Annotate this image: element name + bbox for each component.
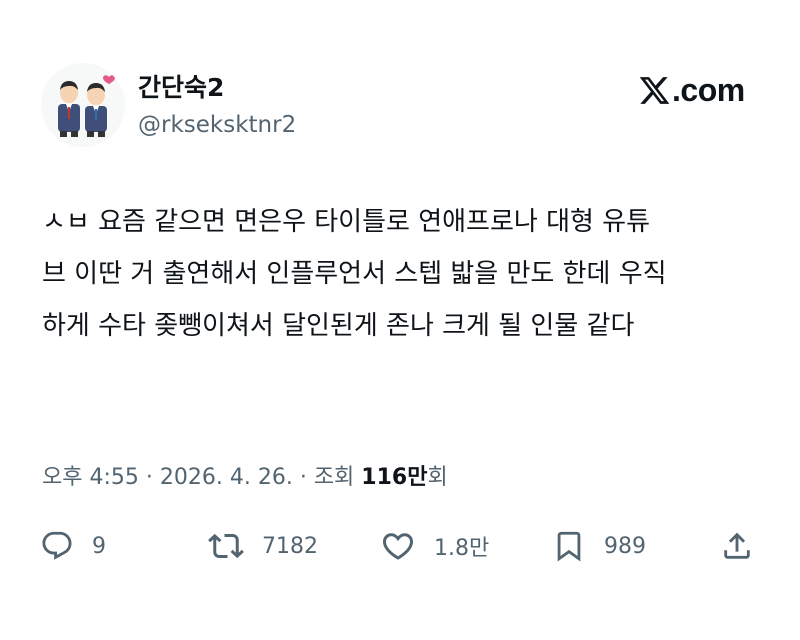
reply-button[interactable]: 9 <box>40 526 106 566</box>
like-button[interactable]: 1.8만 <box>380 526 489 566</box>
like-count: 1.8만 <box>434 536 490 561</box>
brand-domain-text: .com <box>672 71 745 108</box>
tweet-date[interactable]: 2026. 4. 26. <box>160 465 293 490</box>
share-icon <box>724 532 750 559</box>
tweet-text-line: 하게 수타 좆뺑이쳐서 달인된게 존나 크게 될 인물 같다 <box>42 311 635 341</box>
cartoon-couple-avatar-icon <box>41 63 125 147</box>
reply-count: 9 <box>92 533 106 559</box>
views-label: 조회 <box>313 465 362 490</box>
tweet-meta: 오후 4:55 · 2026. 4. 26. · 조회 116만회 <box>42 463 448 493</box>
x-logo-icon <box>639 76 670 104</box>
tweet-text: ㅅㅂ 요즘 같으면 면은우 타이틀로 연애프로나 대형 유튜 브 이딴 거 출연… <box>42 196 772 352</box>
meta-separator: · <box>138 465 160 490</box>
tweet-text-line: 브 이딴 거 출연해서 인플루언서 스텝 밟을 만도 한데 우직 <box>42 259 667 289</box>
retweet-icon <box>208 533 244 559</box>
heart-icon <box>382 533 414 560</box>
tweet-text-line: ㅅㅂ 요즘 같으면 면은우 타이틀로 연애프로나 대형 유튜 <box>42 207 651 237</box>
avatar[interactable] <box>41 63 125 147</box>
meta-separator: · <box>292 465 314 490</box>
tweet-time[interactable]: 오후 4:55 <box>42 465 139 490</box>
share-button[interactable] <box>720 526 754 566</box>
views-suffix: 회 <box>427 465 448 490</box>
reply-icon <box>42 531 72 560</box>
bookmark-icon <box>557 531 581 562</box>
views-count: 116만 <box>361 465 428 490</box>
retweet-count: 7182 <box>262 533 318 559</box>
tweet-actions: 9 7182 1.8만 989 <box>0 526 800 566</box>
author-handle[interactable]: @rkseksktnr2 <box>138 111 296 139</box>
tweet-card: 간단숙2 @rkseksktnr2 .com ㅅㅂ 요즘 같으면 면은우 타이틀… <box>0 0 800 640</box>
retweet-button[interactable]: 7182 <box>208 526 318 566</box>
bookmark-button[interactable]: 989 <box>552 526 646 566</box>
bookmark-count: 989 <box>604 533 646 559</box>
author-name[interactable]: 간단숙2 <box>138 73 224 103</box>
x-com-brand: .com <box>638 70 745 110</box>
